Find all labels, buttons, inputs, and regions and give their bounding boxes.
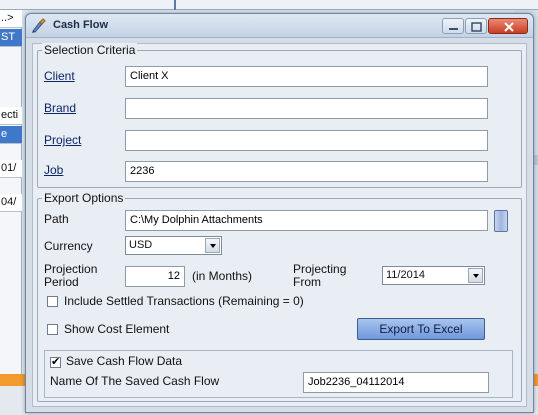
close-icon	[504, 22, 514, 32]
client-field[interactable]: Client X	[125, 66, 488, 87]
minimize-icon	[449, 28, 458, 30]
projection-period-label: Projection Period	[44, 263, 97, 289]
projecting-from-label: Projecting From	[293, 263, 346, 289]
chevron-down-icon[interactable]	[468, 268, 483, 283]
background-divider	[174, 0, 176, 10]
projection-period-label-line2: Period	[44, 275, 79, 289]
projecting-from-label-line1: Projecting	[293, 262, 347, 276]
saved-cash-flow-name-field[interactable]: Job2236_04112014	[303, 372, 489, 393]
selection-criteria-group: Selection Criteria Client Client X Brand…	[37, 43, 522, 188]
brand-label[interactable]: Brand	[44, 101, 76, 115]
dialog-client-area: Selection Criteria Client Client X Brand…	[32, 43, 527, 407]
background-cell-selected[interactable]: ST	[0, 29, 22, 47]
cash-flow-app-icon	[31, 18, 47, 34]
projection-period-label-line1: Projection	[44, 262, 98, 276]
background-cell[interactable]: ..>	[0, 10, 22, 28]
brand-field[interactable]	[125, 98, 488, 119]
window-title: Cash Flow	[53, 19, 109, 31]
client-label[interactable]: Client	[44, 69, 75, 83]
saved-cash-flow-name-label: Name Of The Saved Cash Flow	[50, 374, 220, 388]
projection-period-field[interactable]: 12	[125, 266, 185, 287]
include-settled-label: Include Settled Transactions (Remaining …	[64, 294, 304, 308]
title-bar[interactable]: Cash Flow	[26, 14, 533, 38]
project-field[interactable]	[125, 130, 488, 151]
path-field[interactable]: C:\My Dolphin Attachments	[125, 210, 488, 231]
background-cell[interactable]: 04/	[0, 194, 22, 212]
background-app-toolbar	[0, 0, 538, 10]
path-browse-button[interactable]	[494, 210, 508, 232]
currency-value: USD	[129, 239, 153, 251]
background-cell-selected[interactable]: e	[0, 126, 22, 144]
path-label: Path	[44, 212, 69, 226]
cash-flow-dialog: Cash Flow Selection Criteria Client Clie…	[25, 13, 534, 413]
job-label[interactable]: Job	[44, 163, 63, 177]
minimize-button[interactable]	[442, 18, 464, 34]
projecting-from-value: 11/2014	[386, 269, 425, 281]
close-button[interactable]	[488, 18, 528, 34]
background-app-list: ..> ST ecti e 01/ 04/	[0, 10, 22, 390]
show-cost-element-label: Show Cost Element	[64, 322, 170, 336]
job-field[interactable]: 2236	[125, 161, 488, 182]
maximize-button[interactable]	[465, 18, 487, 34]
projecting-from-select[interactable]: 11/2014	[382, 266, 485, 285]
save-cash-flow-label: Save Cash Flow Data	[66, 354, 183, 368]
maximize-icon	[471, 22, 482, 32]
save-cash-flow-group: Save Cash Flow Data Name Of The Saved Ca…	[44, 350, 513, 398]
export-to-excel-button[interactable]: Export To Excel	[357, 318, 485, 340]
selection-criteria-legend: Selection Criteria	[42, 43, 138, 57]
save-cash-flow-checkbox[interactable]	[50, 355, 61, 368]
projection-unit-label: (in Months)	[192, 269, 253, 283]
background-cell[interactable]: ecti	[0, 107, 22, 125]
chevron-down-icon[interactable]	[205, 238, 220, 253]
include-settled-checkbox[interactable]	[47, 296, 58, 307]
projecting-from-label-line2: From	[293, 275, 321, 289]
currency-select[interactable]: USD	[125, 236, 222, 255]
show-cost-element-checkbox[interactable]	[47, 324, 58, 335]
export-options-group: Export Options Path C:\My Dolphin Attach…	[37, 191, 522, 402]
currency-label: Currency	[44, 239, 93, 253]
background-cell[interactable]: 01/	[0, 160, 22, 178]
project-label[interactable]: Project	[44, 133, 81, 147]
export-options-legend: Export Options	[42, 191, 126, 205]
